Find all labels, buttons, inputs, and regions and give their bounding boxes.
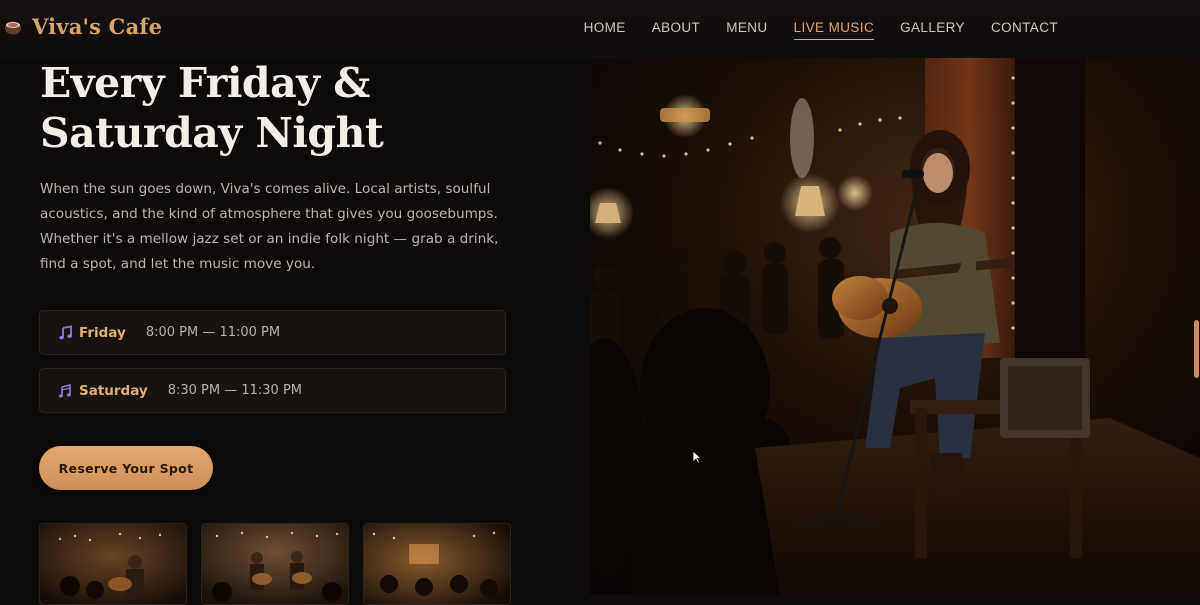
- reserve-spot-button[interactable]: Reserve Your Spot: [39, 446, 213, 490]
- gallery-thumbnail[interactable]: [39, 523, 187, 605]
- photo-thumbnails: [39, 523, 511, 605]
- music-notes-icon: [58, 383, 71, 398]
- mouse-cursor-icon: [692, 450, 702, 464]
- nav-links: HOME ABOUT MENU LIVE MUSIC GALLERY CONTA…: [584, 20, 1058, 40]
- top-nav: Viva's Cafe HOME ABOUT MENU LIVE MUSIC G…: [0, 0, 1200, 58]
- schedule-day: Saturday: [79, 382, 148, 399]
- gallery-thumbnail[interactable]: [363, 523, 511, 605]
- page-title: Every Friday & Saturday Night: [40, 58, 520, 158]
- music-note-icon: [59, 324, 72, 339]
- nav-gallery[interactable]: GALLERY: [900, 20, 965, 40]
- schedule-time: 8:00 PM — 11:00 PM: [145, 325, 281, 340]
- schedule-friday: Friday 8:00 PM — 11:00 PM: [39, 310, 506, 355]
- nav-home[interactable]: HOME: [584, 20, 626, 40]
- schedule-saturday: Saturday 8:30 PM — 11:30 PM: [39, 368, 506, 413]
- schedule-day: Friday: [79, 324, 126, 341]
- coffee-cup-icon: [5, 21, 21, 34]
- hero-image-live-performer: [590, 58, 1200, 595]
- nav-contact[interactable]: CONTACT: [991, 20, 1058, 40]
- nav-about[interactable]: ABOUT: [652, 20, 701, 40]
- intro-paragraph: When the sun goes down, Viva's comes ali…: [40, 181, 499, 272]
- gallery-thumbnail[interactable]: [201, 523, 349, 605]
- nav-live-music[interactable]: LIVE MUSIC: [793, 20, 875, 40]
- title-line-1: Every Friday &: [40, 59, 370, 107]
- schedule-time: 8:30 PM — 11:30 PM: [167, 383, 303, 398]
- brand-name: Viva's Cafe: [32, 14, 163, 39]
- scrollbar-track[interactable]: [1194, 58, 1200, 595]
- scrollbar-thumb[interactable]: [1194, 320, 1199, 378]
- title-line-2: Saturday Night: [40, 109, 384, 157]
- brand[interactable]: Viva's Cafe: [4, 14, 162, 39]
- nav-menu[interactable]: MENU: [726, 20, 767, 40]
